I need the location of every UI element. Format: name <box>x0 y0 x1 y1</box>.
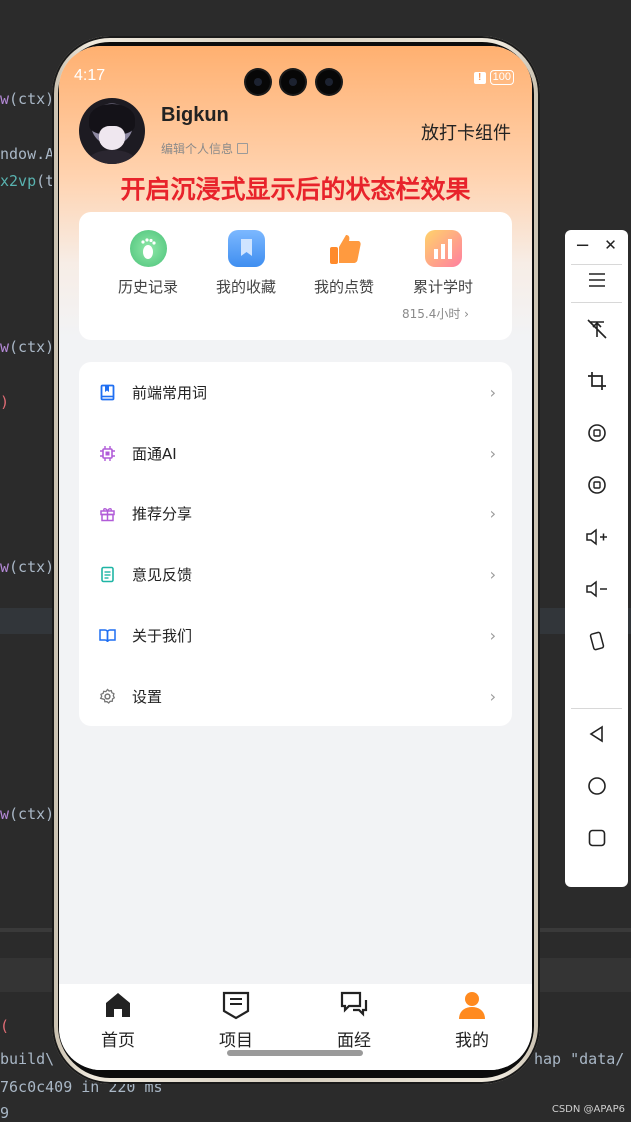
shake-icon[interactable] <box>565 630 628 657</box>
document-icon <box>101 566 114 582</box>
menu-label: 设置 <box>132 687 163 706</box>
code-line: w(ctx) <box>0 90 55 108</box>
tab-label: 首页 <box>101 1031 135 1051</box>
code-line: w(ctx) <box>0 558 55 576</box>
edit-icon <box>237 143 249 154</box>
book-icon <box>100 384 115 400</box>
tab-home[interactable]: 首页 <box>59 990 177 1051</box>
bottom-tab-bar: 首页 项目 面经 我的 <box>59 984 532 1070</box>
watermark: CSDN @APAP6 <box>551 1104 625 1115</box>
code-line: ndow.A <box>0 145 55 163</box>
emulator-toolbar: − ✕ <box>565 230 628 887</box>
menu-item-ai[interactable]: 面通AI › <box>79 423 512 483</box>
chevron-right-icon: › <box>489 625 496 645</box>
menu-icon[interactable] <box>565 270 628 295</box>
chevron-right-icon: › <box>489 443 496 463</box>
chip-icon <box>100 445 115 461</box>
chevron-right-icon: › <box>489 686 496 706</box>
stat-favorites[interactable]: 我的收藏 <box>197 230 295 297</box>
menu-label: 意见反馈 <box>132 565 193 584</box>
code-line: ) <box>0 393 10 411</box>
immersive-banner: 开启沉浸式显示后的状态栏效果 <box>120 175 471 204</box>
close-button[interactable]: ✕ <box>579 236 631 254</box>
chevron-right-icon: › <box>489 382 496 402</box>
camera-icon <box>281 70 305 94</box>
code-line: w(ctx) <box>0 338 55 356</box>
menu-item-settings[interactable]: 设置 › <box>79 666 512 726</box>
code-line: w(ctx) <box>0 805 55 823</box>
volume-down-icon[interactable] <box>565 578 628 605</box>
tab-label: 我的 <box>455 1031 489 1051</box>
add-checkin-widget-button[interactable]: 放打卡组件 <box>421 119 511 145</box>
open-book-icon <box>99 628 116 642</box>
tab-project[interactable]: 项目 <box>177 990 295 1051</box>
menu-item-frontend-terms[interactable]: 前端常用词 › <box>79 362 512 422</box>
code-line: x2vp(t <box>0 172 55 190</box>
thumbs-up-icon <box>326 230 363 267</box>
menu-item-about[interactable]: 关于我们 › <box>79 605 512 665</box>
menu-label: 面通AI <box>132 444 177 463</box>
rotate-right-icon[interactable] <box>565 474 628 501</box>
user-icon <box>459 992 485 1019</box>
warning-icon: ! <box>473 71 486 84</box>
stat-label: 累计学时 <box>412 278 473 296</box>
stat-likes[interactable]: 我的点赞 <box>295 230 393 297</box>
tab-mine[interactable]: 我的 <box>413 990 531 1051</box>
stat-label: 历史记录 <box>117 278 178 296</box>
tab-label: 面经 <box>337 1031 371 1051</box>
stat-study-hours[interactable]: 累计学时 <box>394 230 492 297</box>
crop-icon[interactable] <box>565 370 628 397</box>
study-hours-value[interactable]: 815.4小时 › <box>402 305 469 322</box>
battery-icon: 100 <box>489 70 514 85</box>
menu-item-share[interactable]: 推荐分享 › <box>79 483 512 543</box>
username: Bigkun <box>161 104 229 126</box>
menu-card: 前端常用词 › 面通AI › 推荐分享 › 意见反馈 › 关于我们 › 设置 › <box>79 362 512 726</box>
footprint-icon <box>129 230 167 267</box>
pin-off-icon[interactable] <box>565 318 628 345</box>
code-line: ( <box>0 1017 10 1035</box>
menu-label: 关于我们 <box>132 626 193 645</box>
code-line: 9 <box>0 1104 10 1122</box>
menu-item-feedback[interactable]: 意见反馈 › <box>79 544 512 604</box>
chat-icon <box>340 991 368 1017</box>
camera-icon <box>246 70 270 94</box>
recents-icon[interactable] <box>565 828 628 853</box>
menu-label: 推荐分享 <box>132 504 193 523</box>
home-indicator[interactable] <box>227 1050 363 1056</box>
home-icon <box>106 993 130 1017</box>
code-line: build\ <box>0 1050 55 1068</box>
stat-label: 我的点赞 <box>313 278 374 296</box>
camera-icon <box>317 70 341 94</box>
bar-chart-icon <box>424 230 462 267</box>
edit-profile-label: 编辑个人信息 <box>161 142 234 156</box>
project-icon <box>222 991 250 1020</box>
status-indicators: ! 100 <box>473 70 514 85</box>
bookmark-icon <box>227 230 265 267</box>
gift-icon <box>100 507 115 521</box>
status-time: 4:17 <box>74 67 106 84</box>
chevron-right-icon: › <box>489 564 496 584</box>
home-circle-icon[interactable] <box>565 776 628 801</box>
back-icon[interactable] <box>565 724 628 749</box>
stat-label: 我的收藏 <box>215 278 276 296</box>
avatar[interactable] <box>79 98 145 164</box>
phone-screen: 4:17 ! 100 Bigkun 编辑个人信息 放打卡组件 开启沉浸式显示后的… <box>59 46 532 1070</box>
chevron-right-icon: › <box>489 503 496 523</box>
tab-label: 项目 <box>219 1031 253 1051</box>
stats-card: 历史记录 我的收藏 我的点赞 累计学时 815.4小时 › <box>79 212 512 340</box>
code-line: hap "data/ <box>534 1050 625 1068</box>
menu-label: 前端常用词 <box>132 383 208 402</box>
stat-history[interactable]: 历史记录 <box>99 230 197 297</box>
tab-interview[interactable]: 面经 <box>295 990 413 1051</box>
edit-profile-link[interactable]: 编辑个人信息 <box>161 140 249 157</box>
gear-icon <box>99 688 116 704</box>
rotate-left-icon[interactable] <box>565 422 628 449</box>
volume-up-icon[interactable] <box>565 526 628 553</box>
